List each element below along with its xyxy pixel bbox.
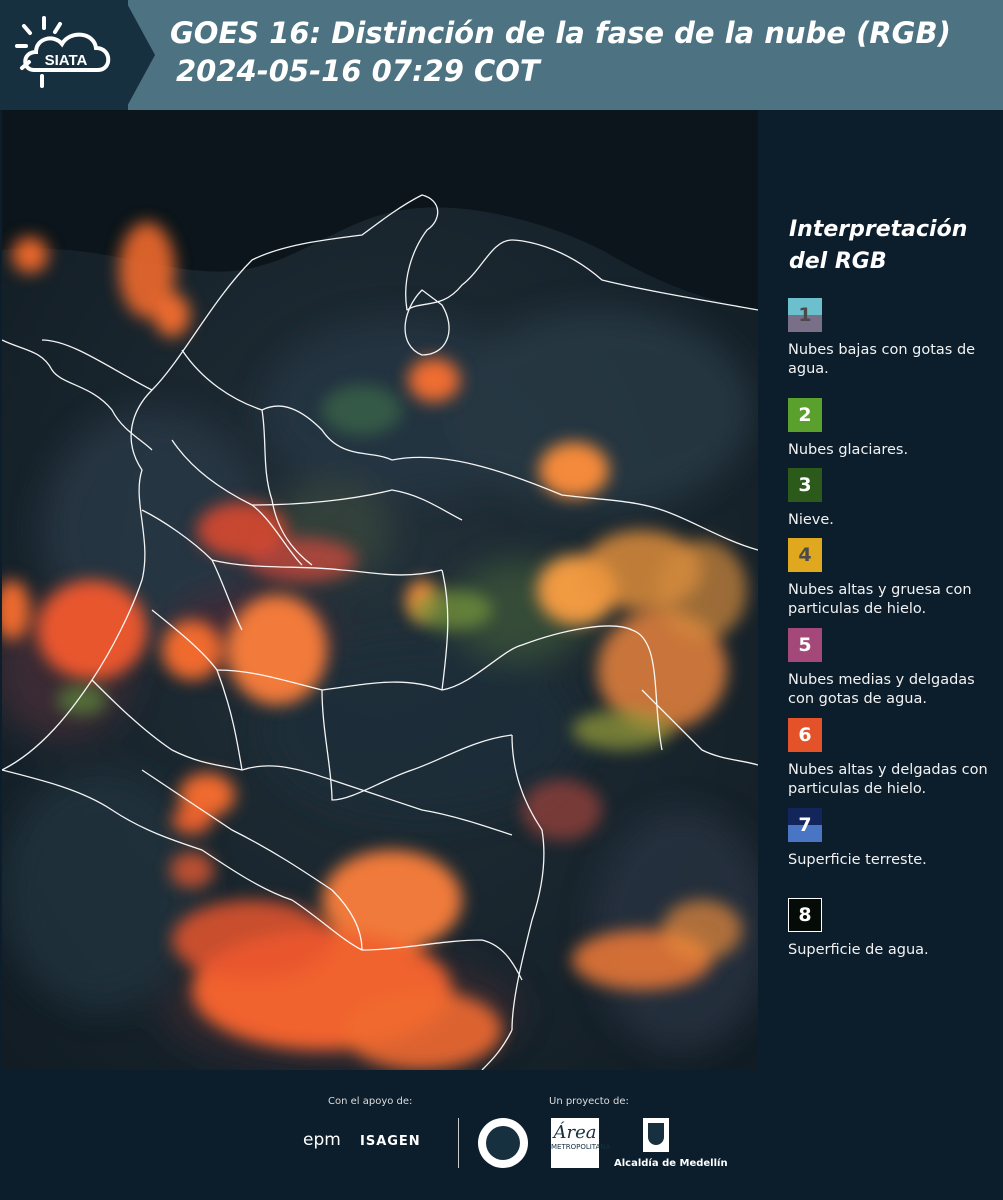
amva-title: Área [553,1122,597,1143]
legend-number: 6 [798,724,812,746]
legend-panel: Interpretación del RGB 1 Nubes bajas con … [768,110,1003,1070]
medellin-crest-logo [643,1118,669,1152]
legend-item-5: 5 Nubes medias y delgadas con gotas de ag… [788,628,998,709]
legend-swatch-2: 2 [788,398,822,432]
title-line-1: GOES 16: Distinción de la fase de la nub… [170,16,951,50]
page-title: GOES 16: Distinción de la fase de la nub… [170,14,951,90]
logo-text: SIATA [45,52,88,69]
legend-number: 1 [798,304,812,326]
legend-item-1: 1 Nubes bajas con gotas de agua. [788,298,998,379]
area-metropolitana-logo: Área METROPOLITANA [551,1118,610,1168]
legend-item-7: 7 Superficie terreste. [788,808,998,870]
legend-swatch-4: 4 [788,538,822,572]
legend-number: 4 [798,544,812,566]
legend-label: Nubes altas y delgadas con particulas de… [788,762,988,797]
legend-item-6: 6 Nubes altas y delgadas con particulas d… [788,718,998,799]
legend-label: Nieve. [788,512,834,528]
medellin-label: Alcaldía de Medellín [614,1158,728,1169]
siata-logo: SIATA [15,16,111,88]
legend-label: Nubes bajas con gotas de agua. [788,342,976,377]
legend-swatch-7: 7 [788,808,822,842]
university-seal-logo [478,1118,528,1168]
legend-item-3: 3 Nieve. [788,468,998,530]
legend-number: 8 [798,904,812,926]
legend-label: Nubes altas y gruesa con particulas de h… [788,582,972,617]
satellite-image [2,110,758,1070]
legend-label: Nubes glaciares. [788,442,909,458]
legend-swatch-5: 5 [788,628,822,662]
amva-subtitle: METROPOLITANA [551,1143,611,1151]
legend-number: 3 [798,474,812,496]
satellite-map [2,110,758,1070]
footer-divider [458,1118,459,1168]
legend-swatch-6: 6 [788,718,822,752]
legend-item-8: 8 Superficie de agua. [788,898,998,960]
project-label: Un proyecto de: [549,1096,629,1107]
footer: Con el apoyo de: Un proyecto de: epm ISA… [0,1070,1003,1200]
epm-logo: epm [303,1130,341,1150]
header-bar: SIATA GOES 16: Distinción de la fase de … [0,0,1003,110]
title-line-2: 2024-05-16 07:29 COT [176,54,540,88]
legend-swatch-3: 3 [788,468,822,502]
logo-block: SIATA [0,0,128,110]
legend-number: 7 [798,814,812,836]
logo-arrow [125,0,155,110]
legend-label: Superficie de agua. [788,942,929,958]
legend-label: Nubes medias y delgadas con gotas de agu… [788,672,975,707]
isagen-logo: ISAGEN [360,1134,421,1149]
legend-label: Superficie terreste. [788,852,927,868]
legend-title: Interpretación del RGB [789,217,968,274]
legend-swatch-8: 8 [788,898,822,932]
legend-number: 5 [798,634,812,656]
support-label: Con el apoyo de: [328,1096,413,1107]
legend-number: 2 [798,404,812,426]
legend-swatch-1: 1 [788,298,822,332]
legend-item-2: 2 Nubes glaciares. [788,398,998,460]
legend-item-4: 4 Nubes altas y gruesa con particulas de … [788,538,998,619]
